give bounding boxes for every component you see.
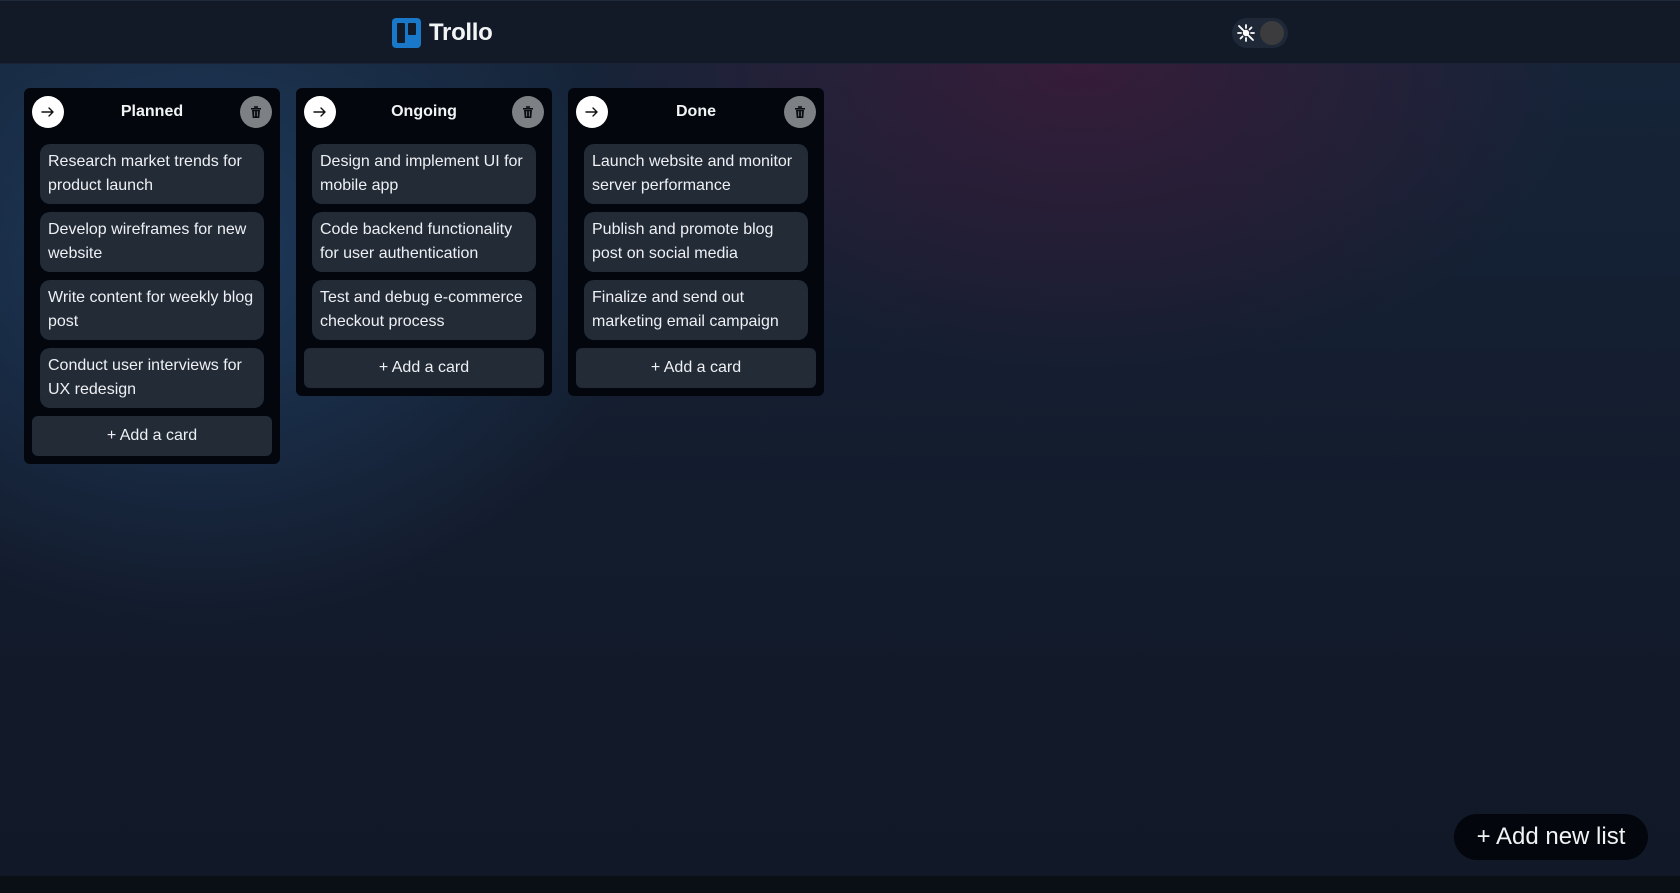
list-header: Done [576, 96, 816, 128]
brand[interactable]: Trollo [392, 18, 493, 48]
arrow-right-icon [41, 107, 54, 117]
list-title: Ongoing [391, 103, 457, 120]
card[interactable]: Launch website and monitor server perfor… [584, 144, 808, 204]
list-ongoing: Ongoing Design and implement UI for mobi… [296, 88, 552, 396]
trash-icon [795, 106, 805, 118]
add-card-button[interactable]: + Add a card [32, 416, 272, 456]
trash-icon [523, 106, 533, 118]
delete-list-button[interactable] [784, 96, 816, 128]
trash-icon [251, 106, 261, 118]
card[interactable]: Research market trends for product launc… [40, 144, 264, 204]
list-header: Ongoing [304, 96, 544, 128]
list-planned: Planned Research market trends for produ… [24, 88, 280, 464]
board: Planned Research market trends for produ… [24, 88, 824, 464]
card[interactable]: Design and implement UI for mobile app [312, 144, 536, 204]
card[interactable]: Code backend functionality for user auth… [312, 212, 536, 272]
card[interactable]: Test and debug e-commerce checkout proce… [312, 280, 536, 340]
bottom-strip [0, 876, 1680, 893]
card[interactable]: Publish and promote blog post on social … [584, 212, 808, 272]
card-list: Launch website and monitor server perfor… [576, 144, 816, 340]
add-card-button[interactable]: + Add a card [576, 348, 816, 388]
move-list-button[interactable] [32, 96, 64, 128]
list-header: Planned [32, 96, 272, 128]
card[interactable]: Conduct user interviews for UX redesign [40, 348, 264, 408]
card[interactable]: Develop wireframes for new website [40, 212, 264, 272]
delete-list-button[interactable] [512, 96, 544, 128]
add-card-button[interactable]: + Add a card [304, 348, 544, 388]
arrow-right-icon [585, 107, 598, 117]
card-list: Research market trends for product launc… [32, 144, 272, 408]
trello-board-icon [392, 18, 421, 48]
list-title: Planned [120, 103, 184, 120]
top-bar: Trollo [0, 0, 1680, 64]
arrow-right-icon [313, 107, 326, 117]
theme-toggle[interactable] [1232, 18, 1288, 48]
list-done: Done Launch website and monitor server p… [568, 88, 824, 396]
card[interactable]: Write content for weekly blog post [40, 280, 264, 340]
list-title: Done [676, 103, 716, 120]
sun-off-icon [1237, 24, 1255, 42]
move-list-button[interactable] [576, 96, 608, 128]
toggle-knob [1260, 21, 1284, 45]
add-new-list-button[interactable]: + Add new list [1454, 814, 1648, 860]
move-list-button[interactable] [304, 96, 336, 128]
card[interactable]: Finalize and send out marketing email ca… [584, 280, 808, 340]
app-name: Trollo [429, 19, 493, 46]
delete-list-button[interactable] [240, 96, 272, 128]
card-list: Design and implement UI for mobile app C… [304, 144, 544, 340]
